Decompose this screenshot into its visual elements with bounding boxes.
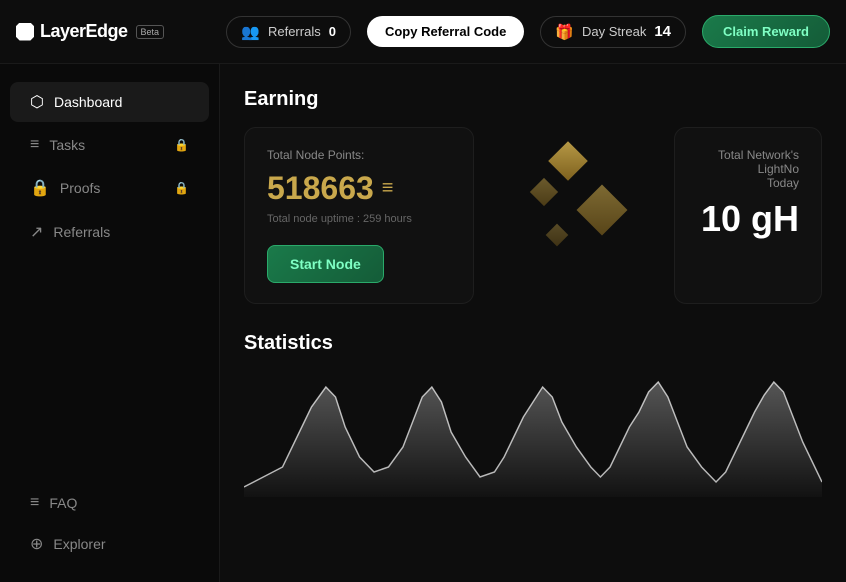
sidebar-label-dashboard: Dashboard xyxy=(54,94,123,110)
network-value: 10 gH xyxy=(701,198,799,240)
sidebar-item-tasks[interactable]: ≡ Tasks 🔒 xyxy=(10,126,209,164)
referrals-nav-icon: ↗ xyxy=(30,222,43,242)
earning-row: Total Node Points: 518663 ≡ Total node u… xyxy=(244,127,822,304)
diamond-3 xyxy=(577,185,628,236)
sidebar-bottom: ≡ FAQ ⊕ Explorer xyxy=(0,482,219,566)
streak-count: 14 xyxy=(654,23,671,40)
dashboard-icon: ⬡ xyxy=(30,92,44,112)
tasks-icon: ≡ xyxy=(30,136,39,154)
proofs-lock-icon: 🔒 xyxy=(174,181,189,195)
faq-icon: ≡ xyxy=(30,494,39,512)
main-content: Earning Total Node Points: 518663 ≡ Tota… xyxy=(220,64,846,582)
sidebar-label-faq: FAQ xyxy=(49,495,77,511)
diamond-1 xyxy=(548,141,588,181)
logo: LayerEdge Beta xyxy=(16,21,164,42)
referrals-label: Referrals xyxy=(268,24,321,39)
claim-reward-button[interactable]: Claim Reward xyxy=(702,15,830,48)
chart-svg xyxy=(244,367,822,497)
tasks-lock-icon: 🔒 xyxy=(174,138,189,152)
network-label: Total Network's LightNo Today xyxy=(697,148,799,190)
sidebar-label-explorer: Explorer xyxy=(53,536,105,552)
copy-referral-button[interactable]: Copy Referral Code xyxy=(367,16,524,47)
earning-points-value: 518663 ≡ xyxy=(267,170,451,207)
logo-text: LayerEdge xyxy=(40,21,128,42)
earning-card: Total Node Points: 518663 ≡ Total node u… xyxy=(244,127,474,304)
earning-title: Earning xyxy=(244,88,822,111)
sidebar-label-referrals: Referrals xyxy=(53,224,110,240)
sidebar-item-faq[interactable]: ≡ FAQ xyxy=(10,484,209,522)
animation-area xyxy=(494,127,654,267)
diamond-4 xyxy=(546,224,569,247)
chart-area xyxy=(244,382,822,497)
total-points-label: Total Node Points: xyxy=(267,148,451,162)
referrals-icon: 👥 xyxy=(241,23,260,41)
network-panel: Total Network's LightNo Today 10 gH xyxy=(674,127,822,304)
statistics-section: Statistics xyxy=(244,332,822,497)
beta-badge: Beta xyxy=(136,25,165,39)
header: LayerEdge Beta 👥 Referrals 0 Copy Referr… xyxy=(0,0,846,64)
statistics-chart xyxy=(244,367,822,497)
start-node-button[interactable]: Start Node xyxy=(267,245,384,283)
logo-icon xyxy=(16,23,34,41)
streak-label: Day Streak xyxy=(582,24,646,39)
referrals-pill: 👥 Referrals 0 xyxy=(226,16,351,48)
sidebar-label-proofs: Proofs xyxy=(60,180,100,196)
sidebar-item-referrals[interactable]: ↗ Referrals xyxy=(10,212,209,252)
points-icon: ≡ xyxy=(382,177,394,200)
sidebar-item-explorer[interactable]: ⊕ Explorer xyxy=(10,524,209,564)
sidebar-item-proofs[interactable]: 🔒 Proofs 🔒 xyxy=(10,168,209,208)
layout: ⬡ Dashboard ≡ Tasks 🔒 🔒 Proofs 🔒 ↗ Refer… xyxy=(0,64,846,582)
sidebar-label-tasks: Tasks xyxy=(49,137,85,153)
sidebar: ⬡ Dashboard ≡ Tasks 🔒 🔒 Proofs 🔒 ↗ Refer… xyxy=(0,64,220,582)
sidebar-item-dashboard[interactable]: ⬡ Dashboard xyxy=(10,82,209,122)
explorer-icon: ⊕ xyxy=(30,534,43,554)
proofs-icon: 🔒 xyxy=(30,178,50,198)
points-number: 518663 xyxy=(267,170,374,207)
statistics-title: Statistics xyxy=(244,332,822,355)
streak-pill: 🎁 Day Streak 14 xyxy=(540,16,686,48)
uptime-label: Total node uptime : 259 hours xyxy=(267,213,451,225)
streak-icon: 🎁 xyxy=(555,23,574,41)
referrals-count: 0 xyxy=(329,24,336,39)
diamond-2 xyxy=(530,178,558,206)
